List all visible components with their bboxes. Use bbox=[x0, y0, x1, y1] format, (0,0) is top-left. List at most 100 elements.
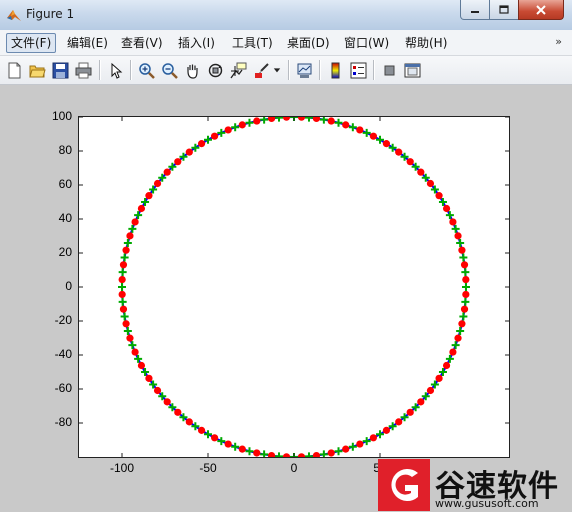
green-cross-marker bbox=[334, 118, 343, 127]
colorbar-button[interactable] bbox=[325, 60, 345, 80]
red-dot-marker bbox=[185, 418, 193, 426]
legend-button[interactable] bbox=[348, 60, 368, 80]
edit-plot-button[interactable] bbox=[105, 60, 125, 80]
green-cross-marker bbox=[319, 117, 328, 124]
red-dot-marker bbox=[454, 232, 462, 240]
toolbar-separator bbox=[288, 60, 290, 80]
print-icon bbox=[75, 62, 91, 78]
green-cross-marker bbox=[461, 297, 470, 306]
green-cross-marker bbox=[118, 283, 126, 291]
show-plot-tools-button[interactable] bbox=[402, 60, 422, 80]
link-plot-icon bbox=[297, 63, 311, 78]
y-tick-label: 80 bbox=[58, 143, 72, 157]
brush-dropdown-button[interactable] bbox=[271, 60, 283, 80]
zoom-out-button[interactable] bbox=[159, 60, 179, 80]
green-cross-marker bbox=[319, 450, 328, 457]
menu-view[interactable]: 查看(V) bbox=[117, 34, 167, 52]
window-title: Figure 1 bbox=[26, 7, 75, 21]
green-cross-marker bbox=[376, 135, 384, 144]
red-dot-marker bbox=[197, 426, 206, 434]
red-dot-marker bbox=[253, 117, 261, 125]
select-arrow-icon bbox=[111, 62, 122, 79]
close-button[interactable] bbox=[518, 0, 564, 20]
open-file-icon bbox=[28, 65, 46, 77]
green-cross-marker bbox=[123, 326, 132, 335]
red-dot-marker bbox=[174, 158, 182, 166]
red-dot-marker bbox=[369, 132, 378, 140]
minimize-button[interactable] bbox=[460, 0, 490, 20]
green-cross-marker bbox=[217, 437, 226, 446]
red-dot-marker bbox=[119, 305, 128, 313]
brush-button[interactable] bbox=[251, 60, 271, 80]
hide-plot-tools-button[interactable] bbox=[379, 60, 399, 80]
red-dot-marker bbox=[435, 192, 443, 200]
red-dot-marker bbox=[460, 261, 469, 269]
gususoft-logo-icon bbox=[378, 459, 430, 511]
red-dot-marker bbox=[137, 204, 146, 213]
menu-tools[interactable]: 工具(T) bbox=[228, 34, 277, 52]
green-cross-marker bbox=[348, 123, 357, 132]
data-cursor-button[interactable] bbox=[228, 60, 248, 80]
y-tick-label: 60 bbox=[58, 177, 72, 191]
red-dot-marker bbox=[185, 148, 193, 156]
red-dot-marker bbox=[369, 434, 378, 442]
green-cross-marker bbox=[204, 430, 212, 439]
maximize-button[interactable] bbox=[489, 0, 519, 20]
red-dot-marker bbox=[406, 158, 414, 166]
open-file-button[interactable] bbox=[27, 60, 47, 80]
red-dot-marker bbox=[297, 453, 306, 457]
green-cross-marker bbox=[376, 430, 384, 439]
red-dot-marker bbox=[238, 445, 246, 453]
menu-file[interactable]: 文件(F) bbox=[6, 33, 57, 53]
red-dot-marker bbox=[163, 398, 171, 406]
plot-axes[interactable] bbox=[78, 116, 510, 458]
pan-hand-icon bbox=[186, 64, 198, 79]
rotate-3d-button[interactable] bbox=[205, 60, 225, 80]
red-dot-marker bbox=[137, 361, 146, 370]
matlab-logo-icon bbox=[7, 10, 21, 21]
menu-window[interactable]: 窗口(W) bbox=[340, 34, 393, 52]
green-cross-marker bbox=[456, 239, 465, 248]
red-dot-marker bbox=[118, 290, 126, 299]
menu-bar: 文件(F) 编辑(E) 查看(V) 插入(I) 工具(T) 桌面(D) 窗口(W… bbox=[0, 30, 572, 56]
red-dot-marker bbox=[462, 275, 470, 284]
menu-edit[interactable]: 编辑(E) bbox=[63, 34, 112, 52]
red-dot-marker bbox=[342, 121, 350, 129]
red-dot-marker bbox=[426, 179, 435, 188]
menu-overflow[interactable]: » bbox=[555, 35, 562, 48]
red-dot-marker bbox=[327, 117, 335, 125]
new-figure-icon bbox=[8, 62, 20, 78]
green-cross-marker bbox=[304, 452, 313, 457]
green-cross-marker bbox=[128, 341, 137, 350]
data-cursor-icon bbox=[229, 62, 246, 78]
red-dot-marker bbox=[253, 449, 261, 457]
toolbar-separator bbox=[130, 60, 132, 80]
red-dot-marker bbox=[118, 275, 126, 284]
red-dot-marker bbox=[119, 261, 128, 269]
plot-svg bbox=[79, 117, 509, 457]
red-dot-marker bbox=[145, 192, 153, 200]
red-dot-marker bbox=[449, 348, 457, 356]
close-icon bbox=[536, 4, 546, 15]
title-bar[interactable]: Figure 1 bbox=[0, 0, 572, 30]
save-button[interactable] bbox=[50, 60, 70, 80]
menu-desktop[interactable]: 桌面(D) bbox=[283, 34, 334, 52]
menu-insert[interactable]: 插入(I) bbox=[174, 34, 219, 52]
green-cross-marker bbox=[462, 283, 470, 291]
link-plot-button[interactable] bbox=[294, 60, 314, 80]
red-dot-marker bbox=[122, 320, 130, 328]
pan-button[interactable] bbox=[182, 60, 202, 80]
zoom-in-button[interactable] bbox=[136, 60, 156, 80]
red-dot-marker bbox=[449, 218, 457, 226]
menu-help[interactable]: 帮助(H) bbox=[401, 34, 451, 52]
red-dot-marker bbox=[395, 418, 403, 426]
new-figure-button[interactable] bbox=[4, 60, 24, 80]
y-tick-label: 100 bbox=[51, 109, 72, 123]
print-button[interactable] bbox=[73, 60, 93, 80]
red-dot-marker bbox=[312, 451, 321, 457]
green-cross-marker bbox=[217, 128, 226, 137]
red-dot-marker bbox=[458, 246, 466, 254]
red-dot-marker bbox=[356, 126, 364, 134]
green-cross-marker bbox=[231, 442, 240, 451]
red-dot-marker bbox=[126, 232, 134, 240]
